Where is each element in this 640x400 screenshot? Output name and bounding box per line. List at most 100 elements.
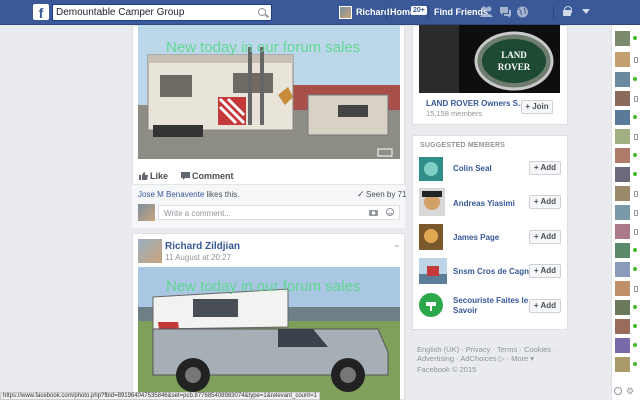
chat-contact-avatar[interactable]	[615, 52, 630, 67]
search-input[interactable]	[53, 5, 249, 20]
post-options-chevron-down-icon[interactable]: ⌄	[393, 239, 401, 250]
plus-icon: +	[533, 301, 541, 310]
camera-icon[interactable]	[369, 209, 378, 216]
facebook-logo[interactable]: f	[33, 4, 49, 20]
online-status-dot	[633, 153, 637, 157]
seen-by-count[interactable]: Seen by 71	[366, 190, 406, 199]
chat-settings-gear-icon[interactable]: ⚙	[626, 386, 634, 397]
like-thumb-icon[interactable]	[139, 172, 148, 180]
chat-contact-avatar[interactable]	[615, 186, 630, 201]
author-avatar[interactable]	[138, 239, 162, 263]
online-status-dot	[633, 248, 637, 252]
group-member-count: 15,158 members	[426, 109, 483, 118]
mobile-phone-icon	[634, 57, 638, 63]
chat-contact-avatar[interactable]	[615, 338, 630, 353]
online-status-dot	[633, 172, 637, 176]
mobile-phone-icon	[634, 229, 638, 235]
add-member-button[interactable]: + Add	[529, 195, 561, 209]
search-icon[interactable]	[258, 8, 266, 16]
privacy-lock-icon[interactable]	[563, 6, 572, 16]
footer-links[interactable]: Advertising · AdChoices ▷ · More ▾	[417, 354, 534, 363]
account-menu-chevron-down-icon[interactable]	[582, 9, 590, 14]
online-status-dot	[633, 305, 637, 309]
member-name-link[interactable]: Snsm Cros de Cagnes	[453, 267, 538, 276]
footer-links[interactable]: English (UK) · Privacy · Terms · Cookies…	[417, 345, 556, 354]
liker-link[interactable]: Jose M Benavente	[138, 190, 204, 199]
add-member-button[interactable]: + Add	[529, 161, 561, 175]
mobile-phone-icon	[634, 286, 638, 292]
member-name-link[interactable]: Andreas Yiasimi	[453, 199, 515, 208]
online-status-dot	[633, 36, 637, 40]
user-avatar[interactable]	[339, 6, 352, 19]
member-name-link[interactable]: James Page	[453, 233, 499, 242]
chat-contact-avatar[interactable]	[615, 110, 630, 125]
chat-contact-avatar[interactable]	[615, 224, 630, 239]
member-avatar[interactable]	[419, 157, 443, 181]
profile-link[interactable]: Richard	[356, 7, 390, 17]
post-timestamp[interactable]: 11 August at 20:27	[165, 253, 231, 262]
chat-contact-avatar[interactable]	[615, 148, 630, 163]
chat-contact-avatar[interactable]	[615, 91, 630, 106]
nav-divider	[428, 6, 429, 19]
add-label: Add	[540, 266, 557, 275]
home-notification-badge: 20+	[411, 6, 427, 15]
member-avatar[interactable]	[419, 188, 445, 216]
add-member-button[interactable]: + Add	[529, 264, 561, 278]
footer-copyright: Facebook © 2015	[417, 365, 477, 374]
svg-text:ROVER: ROVER	[498, 62, 531, 72]
add-member-button[interactable]: + Add	[529, 299, 561, 313]
post-author-link[interactable]: Richard Zildjian	[165, 241, 240, 252]
plus-icon: +	[533, 266, 541, 275]
chat-contact-avatar[interactable]	[615, 129, 630, 144]
land-rover-logo[interactable]: LAND ROVER	[419, 25, 560, 93]
nav-divider	[386, 6, 387, 19]
like-button[interactable]: Like	[150, 171, 168, 181]
messages-icon[interactable]	[499, 6, 512, 18]
top-navigation-bar: f Richard Home 20+ Find Friends	[0, 0, 640, 25]
mobile-phone-icon	[634, 134, 638, 140]
friend-requests-icon[interactable]	[480, 6, 493, 18]
add-label: Add	[540, 197, 557, 206]
comment-button[interactable]: Comment	[192, 171, 234, 181]
member-avatar[interactable]	[419, 293, 443, 317]
group-name-link[interactable]: LAND ROVER Owners S...	[426, 99, 525, 108]
chat-contact-avatar[interactable]	[615, 357, 630, 372]
online-status-dot	[633, 77, 637, 81]
chat-contact-avatar[interactable]	[615, 72, 630, 87]
camper-truck-photo[interactable]: New today in our forum sales	[138, 267, 400, 400]
photo-overlay-text: New today in our forum sales	[166, 278, 361, 295]
member-avatar[interactable]	[419, 258, 447, 284]
member-avatar[interactable]	[419, 224, 443, 250]
member-name-link[interactable]: Colin Seal	[453, 164, 492, 173]
add-member-button[interactable]: + Add	[529, 230, 561, 244]
svg-text:LAND: LAND	[501, 50, 527, 60]
browser-status-url: https://www.facebook.com/photo.php?fbid=…	[0, 392, 320, 400]
chat-contact-avatar[interactable]	[615, 243, 630, 258]
chat-contact-avatar[interactable]	[615, 205, 630, 220]
online-status-dot	[633, 267, 637, 271]
chat-search-icon[interactable]	[614, 387, 622, 395]
camper-photo[interactable]: New today in our forum sales	[138, 25, 400, 159]
chat-contact-avatar[interactable]	[615, 300, 630, 315]
comment-input[interactable]: Write a comment...	[158, 205, 400, 220]
chat-contact-avatar[interactable]	[615, 262, 630, 277]
plus-icon: +	[533, 197, 541, 206]
suggested-members-heading: SUGGESTED MEMBERS	[420, 142, 506, 149]
chat-contact-avatar[interactable]	[615, 319, 630, 334]
chat-contact-avatar[interactable]	[615, 31, 630, 46]
search-box[interactable]	[52, 4, 272, 21]
photo-overlay-text: New today in our forum sales	[166, 39, 361, 56]
plus-icon: +	[533, 163, 541, 172]
online-status-dot	[633, 115, 637, 119]
chat-contact-avatar[interactable]	[615, 167, 630, 182]
notifications-globe-icon[interactable]	[516, 6, 529, 18]
add-label: Add	[540, 232, 557, 241]
member-name-link[interactable]: Secouriste Faites le Savoir	[453, 296, 533, 316]
online-status-dot	[633, 362, 637, 366]
join-group-button[interactable]: + Join	[521, 100, 553, 114]
chat-contact-avatar[interactable]	[615, 281, 630, 296]
likes-suffix: likes this.	[204, 190, 240, 199]
comment-bubble-icon[interactable]	[181, 172, 190, 180]
plus-icon: +	[533, 232, 541, 241]
emoji-smiley-icon[interactable]	[386, 208, 394, 216]
